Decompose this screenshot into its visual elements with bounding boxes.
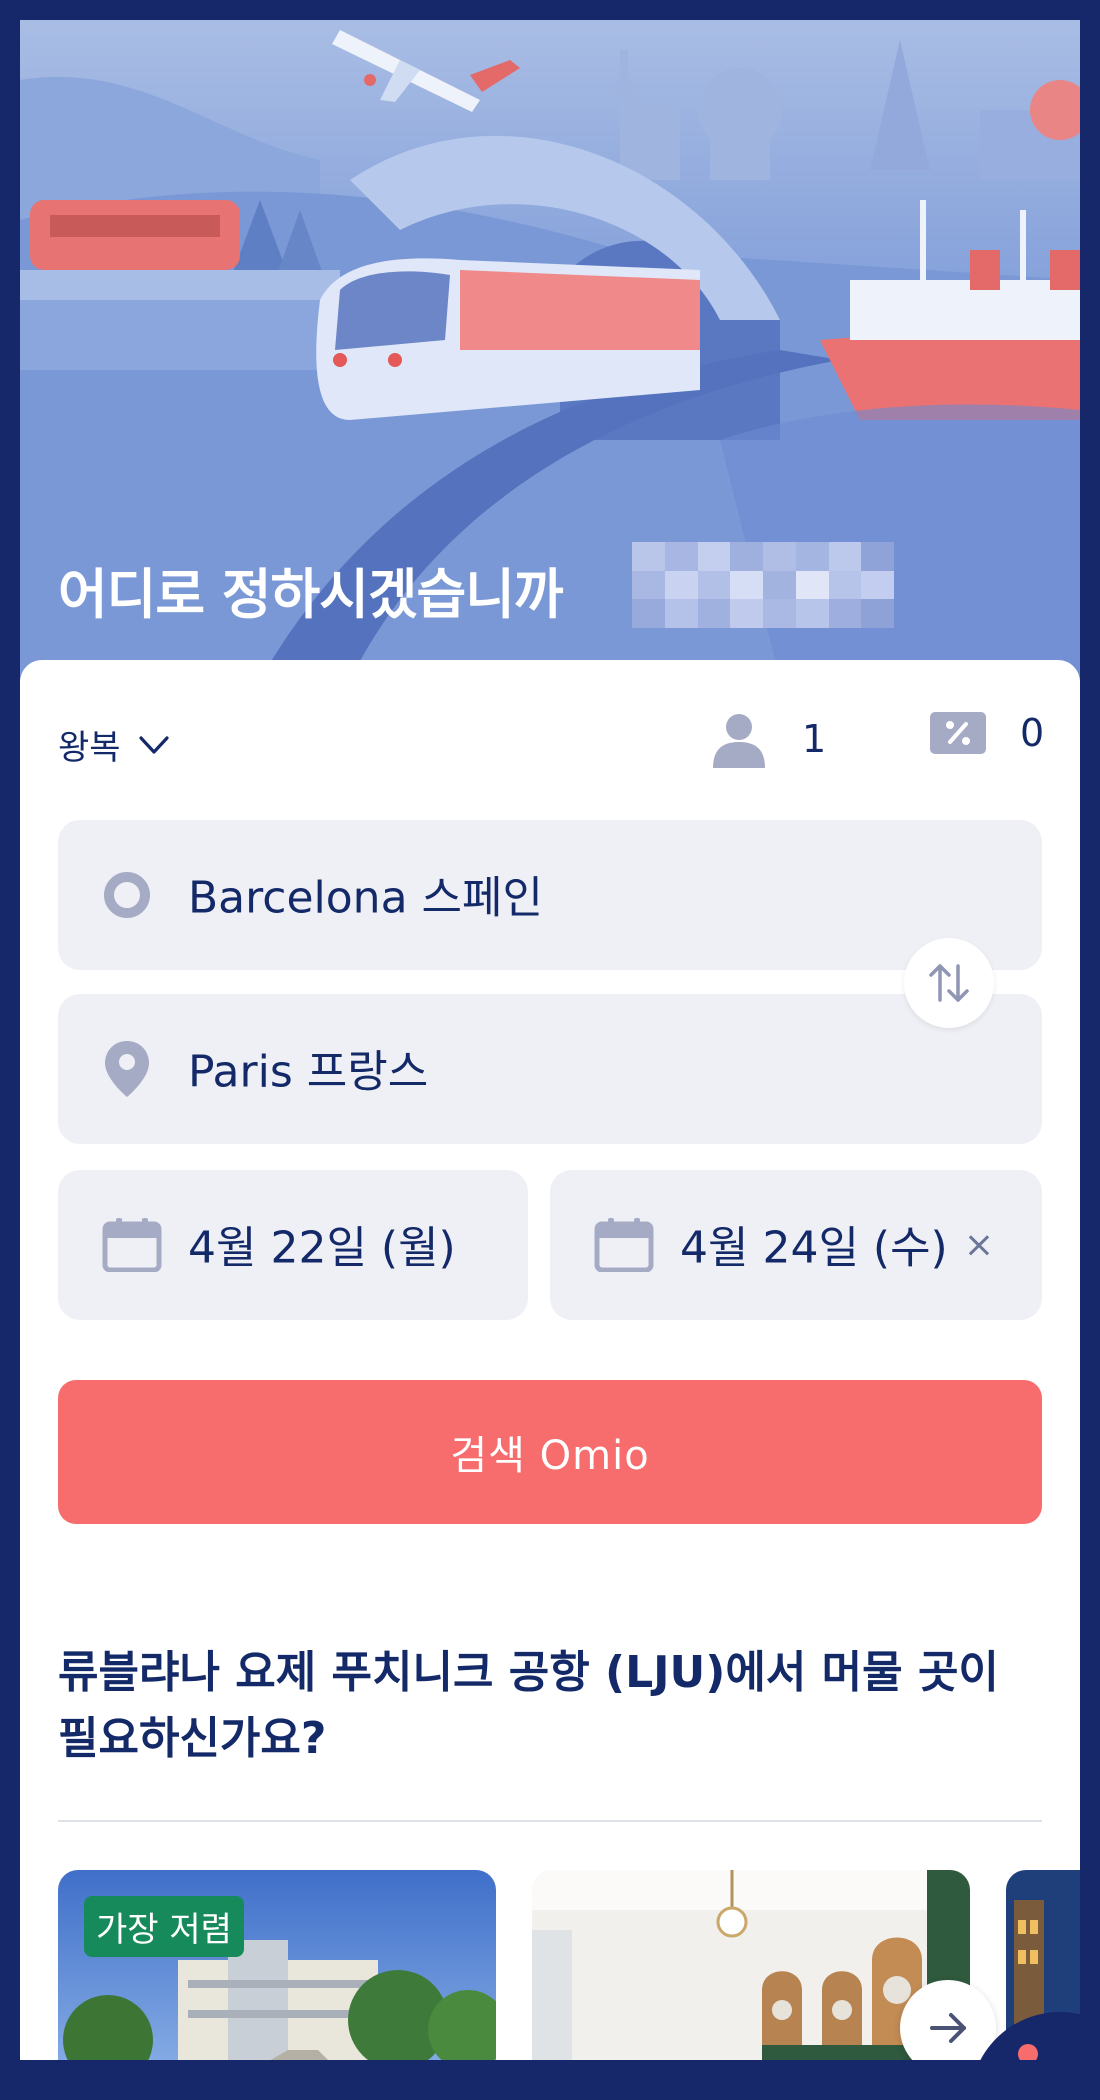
divider bbox=[58, 1820, 1042, 1822]
arrow-right-icon bbox=[930, 2013, 966, 2043]
location-pin-icon bbox=[105, 1041, 149, 1097]
blurred-placeholder bbox=[632, 542, 894, 628]
discount-icon bbox=[930, 712, 986, 754]
return-date-field[interactable]: 4월 24일 (수) × bbox=[550, 1170, 1042, 1320]
hotel-card[interactable]: 가장 저렴 bbox=[58, 1870, 496, 2060]
destination-field[interactable]: Paris 프랑스 bbox=[58, 994, 1042, 1144]
search-button[interactable]: 검색 Omio bbox=[58, 1380, 1042, 1524]
chat-icon bbox=[1018, 2044, 1038, 2060]
departure-date-field[interactable]: 4월 22일 (월) bbox=[58, 1170, 528, 1320]
passenger-selector[interactable]: 1 bbox=[710, 710, 826, 768]
search-card: 왕복 1 0 Barcelona 스페인 Paris 프랑스 4월 22일 (월… bbox=[20, 660, 1080, 2060]
chevron-down-icon bbox=[138, 735, 169, 754]
person-icon bbox=[713, 714, 765, 768]
return-date-value: 4월 24일 (수) bbox=[680, 1222, 948, 1274]
trip-type-label: 왕복 bbox=[58, 728, 121, 768]
calendar-icon bbox=[102, 1218, 162, 1272]
stays-section-title: 류블랴나 요제 푸치니크 공항 (LJU)에서 머물 곳이 필요하신가요? bbox=[58, 1647, 999, 1764]
origin-field[interactable]: Barcelona 스페인 bbox=[58, 820, 1042, 970]
hero-banner: 어디로 정하시겠습니까 bbox=[20, 20, 1080, 680]
close-icon[interactable]: × bbox=[964, 1225, 994, 1266]
hero-title: 어디로 정하시겠습니까 bbox=[58, 563, 564, 626]
destination-value: Paris 프랑스 bbox=[188, 1046, 429, 1098]
swap-arrows-icon bbox=[929, 964, 969, 1002]
origin-circle-icon bbox=[104, 872, 150, 918]
departure-date-value: 4월 22일 (월) bbox=[188, 1222, 456, 1274]
passenger-count: 1 bbox=[802, 717, 827, 761]
app-screen: 어디로 정하시겠습니까 왕복 1 0 Barcelona 스페인 Paris 프… bbox=[20, 20, 1080, 2060]
chat-button[interactable] bbox=[970, 2012, 1080, 2060]
discount-selector[interactable]: 0 bbox=[930, 710, 1044, 756]
trip-type-dropdown[interactable]: 왕복 bbox=[58, 720, 171, 769]
calendar-icon bbox=[594, 1218, 654, 1272]
cheapest-badge: 가장 저렴 bbox=[84, 1896, 244, 1957]
origin-value: Barcelona 스페인 bbox=[188, 872, 543, 924]
discount-count: 0 bbox=[1020, 711, 1045, 755]
swap-button[interactable] bbox=[904, 938, 994, 1028]
